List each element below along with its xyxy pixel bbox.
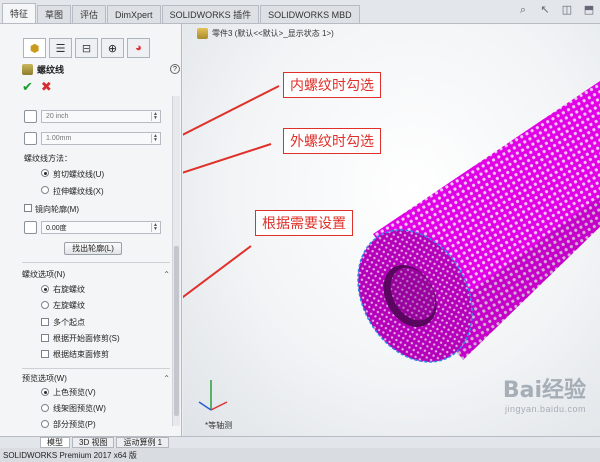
dimxpert-icon[interactable]: ⊕ xyxy=(101,38,124,58)
size-field[interactable]: 20 inch ▲ ▼ xyxy=(41,110,161,123)
graphics-viewport[interactable]: 零件3 (默认<<默认>_显示状态 1>) 内螺纹时勾选 外螺纹时勾选 根据需要… xyxy=(183,24,600,436)
help-icon[interactable]: ? xyxy=(170,64,180,74)
feature-title: 螺纹线 xyxy=(37,64,65,75)
cut-thread-radio[interactable] xyxy=(41,169,49,177)
partial-preview-label: 部分预览(P) xyxy=(53,420,96,429)
shaded-preview-label: 上色预览(V) xyxy=(53,388,96,397)
tab-model[interactable]: 模型 xyxy=(40,437,70,448)
feature-header: 螺纹线 ? xyxy=(22,62,180,76)
preview-options-header[interactable]: 预览选项(W) ⌃ xyxy=(22,372,170,384)
multiple-starts-label: 多个起点 xyxy=(53,318,85,327)
angle-field[interactable]: 0.00度 ▲ ▼ xyxy=(41,221,161,234)
left-hand-radio[interactable] xyxy=(41,301,49,309)
mirror-profile-label: 镜向轮廓(M) xyxy=(35,205,79,214)
section-icon[interactable]: ⬒ xyxy=(582,3,596,17)
divider xyxy=(22,262,170,263)
annotation-arrows xyxy=(183,85,280,299)
ok-cancel-row: ✔ ✖ xyxy=(22,79,52,95)
tab-3d-views[interactable]: 3D 视图 xyxy=(72,437,115,448)
mirror-profile-checkbox[interactable] xyxy=(24,204,32,212)
angle-icon xyxy=(24,221,37,234)
trim-end-label: 根据结束面修剪 xyxy=(53,350,109,359)
wireframe-preview-radio[interactable] xyxy=(41,404,49,412)
command-manager-tabs: 特征 草图 评估 DimXpert SOLIDWORKS 插件 SOLIDWOR… xyxy=(0,0,600,24)
find-profile-button[interactable]: 找出轮廓(L) xyxy=(64,242,122,255)
extrude-thread-label: 拉伸螺纹线(X) xyxy=(53,187,104,196)
trim-start-checkbox[interactable] xyxy=(41,334,49,342)
status-bar: SOLIDWORKS Premium 2017 x64 版 xyxy=(0,448,600,462)
thread-options-header[interactable]: 螺纹选项(N) ⌃ xyxy=(22,268,170,280)
extrude-thread-radio[interactable] xyxy=(41,186,49,194)
thread-feature-icon xyxy=(22,63,33,75)
tab-features[interactable]: 特征 xyxy=(2,3,37,23)
collapse-icon: ⌃ xyxy=(163,373,170,383)
panel-scrollbar[interactable] xyxy=(172,96,180,426)
pitch-field[interactable]: 1.00mm ▲ ▼ xyxy=(41,132,161,145)
partial-preview-radio[interactable] xyxy=(41,420,49,428)
tab-addins[interactable]: SOLIDWORKS 插件 xyxy=(161,5,260,23)
right-hand-label: 右旋螺纹 xyxy=(53,285,85,294)
arrow-icon[interactable]: ↖ xyxy=(538,3,552,17)
left-hand-label: 左旋螺纹 xyxy=(53,301,85,310)
view-orientation-label: *等轴测 xyxy=(205,421,233,430)
divider xyxy=(22,368,170,369)
spinner[interactable]: ▲ ▼ xyxy=(151,112,159,121)
cut-thread-label: 剪切螺纹线(U) xyxy=(53,170,105,179)
zoom-icon[interactable]: ⌕ xyxy=(516,3,530,17)
property-manager-icon[interactable]: ☰ xyxy=(49,38,72,58)
right-hand-radio[interactable] xyxy=(41,285,49,293)
feature-manager-icon[interactable]: ⬢ xyxy=(23,38,46,58)
status-text: SOLIDWORKS Premium 2017 x64 版 xyxy=(3,450,137,460)
thread-method-label: 螺纹线方法： xyxy=(24,154,72,163)
panel-tabs: ⬢ ☰ ⊟ ⊕ ◕ xyxy=(20,38,182,58)
tab-mbd[interactable]: SOLIDWORKS MBD xyxy=(260,5,360,23)
callout-internal-thread: 内螺纹时勾选 xyxy=(283,72,381,98)
trim-end-checkbox[interactable] xyxy=(41,350,49,358)
display-manager-icon[interactable]: ◕ xyxy=(127,38,150,58)
pitch-icon xyxy=(24,132,37,145)
callout-as-needed: 根据需要设置 xyxy=(255,210,353,236)
view-toolbar: ⌕ ↖ ◫ ⬒ xyxy=(516,3,596,17)
view-orient-icon[interactable]: ◫ xyxy=(560,3,574,17)
size-icon xyxy=(24,110,37,123)
bottom-tabs: 模型 3D 视图 运动算例 1 xyxy=(0,436,600,448)
config-manager-icon[interactable]: ⊟ xyxy=(75,38,98,58)
spinner[interactable]: ▲ ▼ xyxy=(151,223,159,232)
tab-evaluate[interactable]: 评估 xyxy=(72,5,107,23)
scroll-thumb[interactable] xyxy=(174,246,179,416)
ok-check-icon[interactable]: ✔ xyxy=(22,79,33,95)
axis-triad xyxy=(198,380,228,411)
shaded-preview-radio[interactable] xyxy=(41,388,49,396)
tab-dimxpert[interactable]: DimXpert xyxy=(107,5,161,23)
spinner[interactable]: ▲ ▼ xyxy=(151,134,159,143)
trim-start-label: 根据开始面修剪(S) xyxy=(53,334,120,343)
multiple-starts-checkbox[interactable] xyxy=(41,318,49,326)
tab-motion-study[interactable]: 运动算例 1 xyxy=(116,437,170,448)
watermark: Bai经验 jingyan.baidu.com xyxy=(502,378,586,414)
cancel-x-icon[interactable]: ✖ xyxy=(41,79,52,95)
callout-external-thread: 外螺纹时勾选 xyxy=(283,128,381,154)
collapse-icon: ⌃ xyxy=(163,269,170,279)
wireframe-preview-label: 线架图预览(W) xyxy=(53,404,106,413)
tab-sketch[interactable]: 草图 xyxy=(37,5,72,23)
